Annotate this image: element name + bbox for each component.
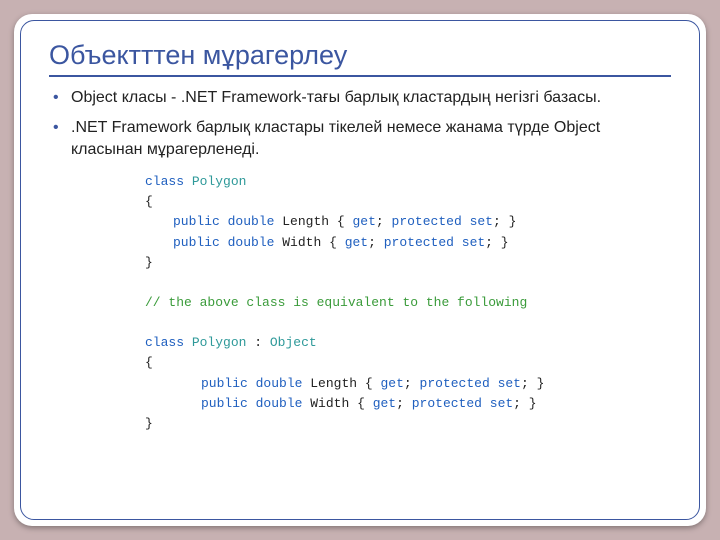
keyword-public: public — [201, 396, 248, 411]
semi: ; — [368, 235, 376, 250]
keyword-get: get — [345, 235, 368, 250]
brace: } — [145, 416, 153, 431]
slide-inner: Объектттен мұрагерлеу Object класы - .NE… — [20, 20, 700, 520]
keyword-set: set — [470, 214, 493, 229]
keyword-double: double — [228, 235, 275, 250]
brace: { — [357, 396, 365, 411]
prop-name: Width — [310, 396, 349, 411]
code-line: public double Width { get; protected set… — [145, 394, 537, 414]
keyword-double: double — [228, 214, 275, 229]
keyword-public: public — [173, 214, 220, 229]
brace: } — [537, 376, 545, 391]
keyword-double: double — [256, 376, 303, 391]
semi: ; — [376, 214, 384, 229]
bullet-list: Object класы - .NET Framework-тағы барлы… — [49, 87, 671, 160]
keyword-get: get — [353, 214, 376, 229]
colon: : — [254, 335, 262, 350]
keyword-protected: protected — [392, 214, 462, 229]
type-polygon: Polygon — [192, 174, 247, 189]
title-underline — [49, 75, 671, 77]
keyword-set: set — [462, 235, 485, 250]
semi: ; — [493, 214, 501, 229]
code-line: public double Length { get; protected se… — [145, 212, 516, 232]
brace: { — [365, 376, 373, 391]
brace: } — [501, 235, 509, 250]
semi: ; — [404, 376, 412, 391]
keyword-class: class — [145, 335, 184, 350]
semi: ; — [396, 396, 404, 411]
slide-stage: Объектттен мұрагерлеу Object класы - .NE… — [0, 0, 720, 540]
brace: { — [337, 214, 345, 229]
prop-name: Length — [282, 214, 329, 229]
bullet-item: .NET Framework барлық кластары тікелей н… — [67, 117, 671, 160]
keyword-public: public — [201, 376, 248, 391]
keyword-double: double — [256, 396, 303, 411]
keyword-class: class — [145, 174, 184, 189]
keyword-protected: protected — [420, 376, 490, 391]
code-content: class Polygon { public double Length { g… — [145, 172, 575, 434]
brace: } — [145, 255, 153, 270]
code-comment: // the above class is equivalent to the … — [145, 295, 527, 310]
keyword-protected: protected — [384, 235, 454, 250]
brace: { — [145, 194, 153, 209]
keyword-public: public — [173, 235, 220, 250]
keyword-set: set — [490, 396, 513, 411]
bullet-item: Object класы - .NET Framework-тағы барлы… — [67, 87, 671, 109]
slide-title: Объектттен мұрагерлеу — [49, 39, 671, 71]
keyword-protected: protected — [412, 396, 482, 411]
semi: ; — [513, 396, 521, 411]
code-line: public double Width { get; protected set… — [145, 233, 509, 253]
prop-name: Width — [282, 235, 321, 250]
semi: ; — [521, 376, 529, 391]
slide-card: Объектттен мұрагерлеу Object класы - .NE… — [14, 14, 706, 526]
keyword-set: set — [498, 376, 521, 391]
brace: { — [145, 355, 153, 370]
brace: } — [509, 214, 517, 229]
type-object: Object — [270, 335, 317, 350]
keyword-get: get — [381, 376, 404, 391]
code-line: public double Length { get; protected se… — [145, 374, 544, 394]
code-block: class Polygon { public double Length { g… — [145, 172, 575, 434]
semi: ; — [485, 235, 493, 250]
type-polygon: Polygon — [192, 335, 247, 350]
keyword-get: get — [373, 396, 396, 411]
brace: } — [529, 396, 537, 411]
prop-name: Length — [310, 376, 357, 391]
brace: { — [329, 235, 337, 250]
